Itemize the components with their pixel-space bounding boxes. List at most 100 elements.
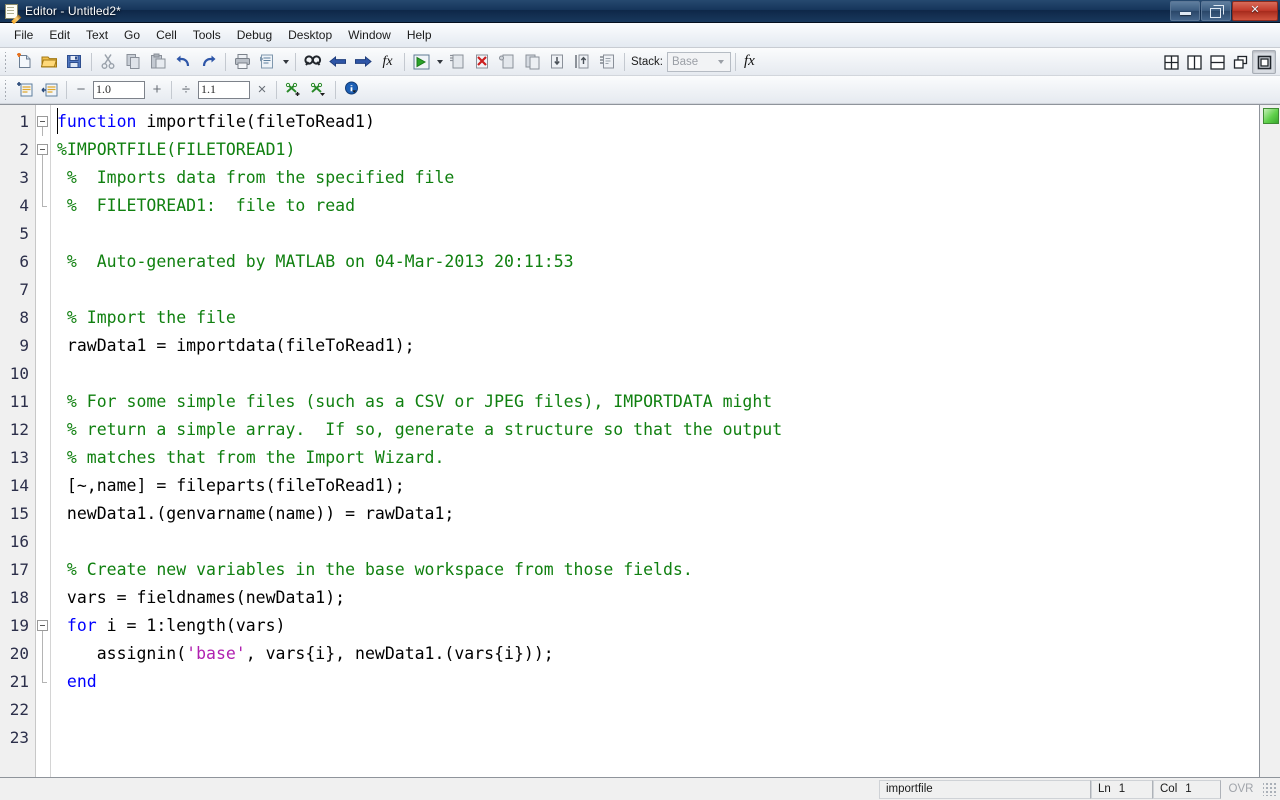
tile-grid-button[interactable] (1160, 51, 1182, 73)
code-folding-column[interactable] (36, 105, 50, 777)
code-line[interactable] (51, 360, 1259, 388)
code-line[interactable]: %IMPORTFILE(FILETOREAD1) (51, 136, 1259, 164)
code-line[interactable]: [~,name] = fileparts(fileToRead1); (51, 472, 1259, 500)
redo-button[interactable] (196, 50, 221, 74)
code-line[interactable]: % For some simple files (such as a CSV o… (51, 388, 1259, 416)
maximize-pane-button[interactable] (1252, 50, 1276, 74)
close-button[interactable]: ✕ (1232, 0, 1278, 21)
function-browser-button[interactable]: fx (375, 50, 400, 74)
step-button[interactable] (520, 50, 545, 74)
continue-button[interactable] (595, 50, 620, 74)
fold-marker (36, 500, 50, 528)
code-analyzer-bar[interactable] (1259, 105, 1280, 777)
forward-button[interactable] (350, 50, 375, 74)
insert-cell-divider-button[interactable] (37, 78, 62, 102)
multiply-button[interactable]: × (252, 80, 272, 100)
increment-value-field[interactable]: 1.0 (93, 80, 145, 99)
fold-marker[interactable] (36, 108, 50, 136)
fold-collapse-icon[interactable] (37, 620, 48, 631)
line-number: 2 (19, 140, 29, 159)
code-line[interactable]: newData1.(genvarname(name)) = rawData1; (51, 500, 1259, 528)
code-line[interactable]: end (51, 668, 1259, 696)
new-file-button[interactable] (12, 50, 37, 74)
clear-breakpoints-button[interactable] (470, 50, 495, 74)
stop-debug-button[interactable] (445, 50, 470, 74)
split-horizontal-button[interactable] (1206, 51, 1228, 73)
code-line[interactable] (51, 724, 1259, 752)
run-button[interactable] (409, 50, 434, 74)
insert-function-button[interactable]: fx (740, 53, 759, 70)
code-line[interactable]: % Auto-generated by MATLAB on 04-Mar-201… (51, 248, 1259, 276)
code-line[interactable]: % Create new variables in the base works… (51, 556, 1259, 584)
evaluate-cell-advance-button[interactable] (306, 78, 331, 102)
fold-marker (36, 304, 50, 332)
menu-help[interactable]: Help (399, 25, 440, 45)
code-text-area[interactable]: function importfile(fileToRead1) %IMPORTF… (50, 105, 1259, 777)
menu-desktop[interactable]: Desktop (280, 25, 340, 45)
copy-button[interactable] (121, 50, 146, 74)
code-line[interactable]: function importfile(fileToRead1) (51, 108, 1259, 136)
evaluate-cell-add-button[interactable] (281, 78, 306, 102)
find-button[interactable] (300, 50, 325, 74)
code-line[interactable]: % FILETOREAD1: file to read (51, 192, 1259, 220)
toolbar-grip[interactable] (3, 51, 10, 72)
step-out-button[interactable] (570, 50, 595, 74)
code-line[interactable]: for i = 1:length(vars) (51, 612, 1259, 640)
print-button[interactable] (230, 50, 255, 74)
fold-collapse-icon[interactable] (37, 116, 48, 127)
publish-button[interactable] (255, 50, 280, 74)
paste-button[interactable] (146, 50, 171, 74)
set-breakpoint-button[interactable] (495, 50, 520, 74)
fold-marker (36, 528, 50, 556)
resize-grip[interactable] (1263, 782, 1277, 796)
publish-dropdown-caret[interactable] (280, 51, 291, 73)
decrement-button[interactable]: − (71, 80, 91, 100)
code-analyzer-ok-indicator[interactable] (1263, 108, 1279, 124)
step-in-button[interactable] (545, 50, 570, 74)
menu-cell[interactable]: Cell (148, 25, 185, 45)
code-line[interactable]: rawData1 = importdata(fileToRead1); (51, 332, 1259, 360)
code-line[interactable]: % return a simple array. If so, generate… (51, 416, 1259, 444)
code-line[interactable]: vars = fieldnames(newData1); (51, 584, 1259, 612)
close-icon: ✕ (1250, 4, 1260, 16)
minimize-button[interactable] (1170, 0, 1200, 21)
code-line[interactable] (51, 528, 1259, 556)
float-window-button[interactable] (1229, 51, 1251, 73)
run-dropdown-caret[interactable] (434, 51, 445, 73)
increment-button[interactable]: + (147, 80, 167, 100)
menu-go[interactable]: Go (116, 25, 148, 45)
fold-marker[interactable] (36, 136, 50, 164)
open-file-button[interactable] (37, 50, 62, 74)
status-col-label: Col (1160, 783, 1178, 795)
back-button[interactable] (325, 50, 350, 74)
line-number: 11 (9, 392, 29, 411)
restore-button[interactable] (1201, 0, 1231, 21)
cut-button[interactable] (96, 50, 121, 74)
menu-file[interactable]: File (6, 25, 41, 45)
cell-toolbar-grip[interactable] (3, 79, 10, 100)
split-vertical-button[interactable] (1183, 51, 1205, 73)
divide-button[interactable]: ÷ (176, 80, 196, 100)
code-line[interactable]: % matches that from the Import Wizard. (51, 444, 1259, 472)
editor-pane[interactable]: 1 2 3 4 5 6 7 8 9 10 11 12 13 14 15 16 17 18 19 20 21 22 23 fu… (0, 104, 1280, 777)
code-line[interactable] (51, 696, 1259, 724)
menu-edit[interactable]: Edit (41, 25, 78, 45)
code-line[interactable] (51, 276, 1259, 304)
divide-value-field[interactable]: 1.1 (198, 80, 250, 99)
fold-marker[interactable] (36, 612, 50, 640)
code-line[interactable]: % Import the file (51, 304, 1259, 332)
menu-debug[interactable]: Debug (229, 25, 280, 45)
code-line[interactable] (51, 220, 1259, 248)
undo-button[interactable] (171, 50, 196, 74)
code-line[interactable]: % Imports data from the specified file (51, 164, 1259, 192)
code-line[interactable]: assignin('base', vars{i}, newData1.(vars… (51, 640, 1259, 668)
cell-info-button[interactable] (340, 78, 365, 102)
menu-tools[interactable]: Tools (185, 25, 229, 45)
fold-collapse-icon[interactable] (37, 144, 48, 155)
status-overwrite-mode[interactable]: OVR (1221, 779, 1261, 799)
menu-text[interactable]: Text (78, 25, 116, 45)
insert-cell-button[interactable] (12, 78, 37, 102)
stack-dropdown[interactable]: Base (666, 51, 731, 72)
save-button[interactable] (62, 50, 87, 74)
menu-window[interactable]: Window (340, 25, 399, 45)
